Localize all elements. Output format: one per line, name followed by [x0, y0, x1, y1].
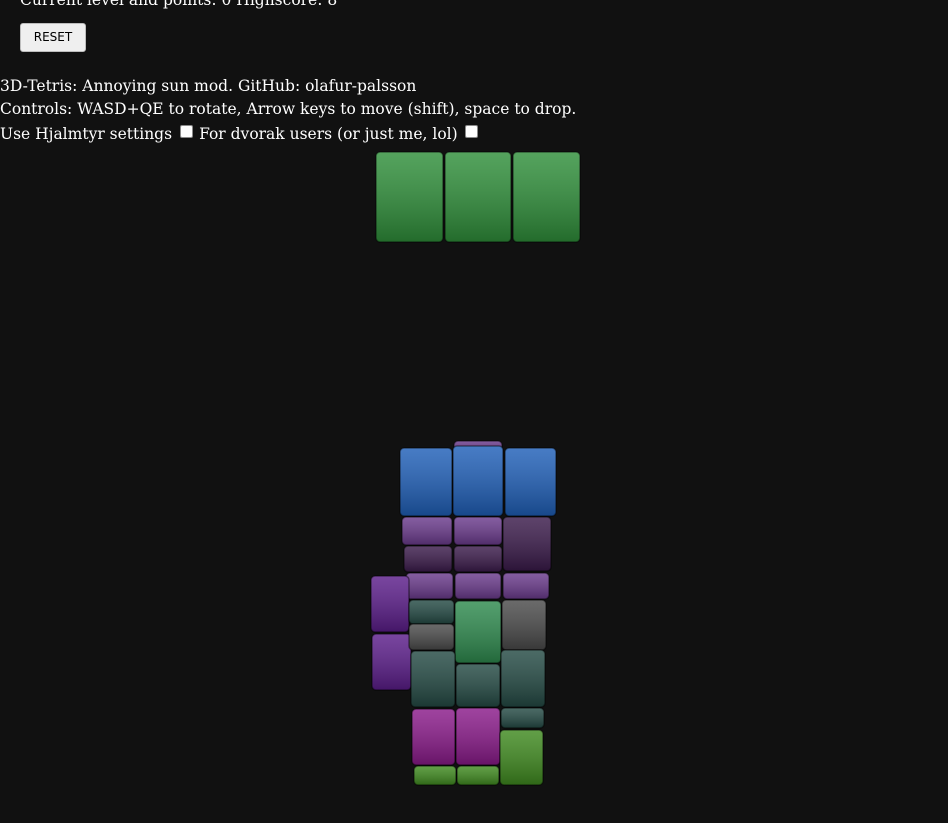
settings-row: Use Hjalmtyr settings For dvorak users (… — [0, 121, 576, 147]
stack-cube-blue-1 — [399, 447, 453, 517]
dvorak-label: For dvorak users (or just me, lol) — [199, 125, 458, 143]
hjalmtyr-checkbox[interactable] — [180, 124, 194, 138]
stack-cube-darkpurple-3 — [453, 545, 503, 573]
stack-cube-magenta-2 — [455, 707, 501, 766]
stack-cube-teal-5 — [500, 707, 545, 729]
stack-cube-darkpurple-2 — [403, 545, 453, 573]
score-status: Current level and points: 0 Highscore: 8 — [20, 0, 338, 9]
game-title-line: 3D-Tetris: Annoying sun mod. GitHub: ola… — [0, 77, 417, 95]
stack-cube-lime-1 — [413, 765, 457, 786]
stack-cube-purple-1 — [401, 516, 453, 546]
stack-cube-purple-2 — [453, 516, 503, 546]
stack-cube-lime-3 — [499, 729, 544, 786]
stack-cube-lime-2 — [456, 765, 500, 786]
stack-cube-magenta-1 — [411, 708, 456, 766]
falling-cube-1 — [375, 151, 444, 243]
stack-cube-green-1 — [454, 600, 502, 664]
reset-button[interactable]: RESET — [20, 23, 86, 52]
stack-cube-teal-1 — [408, 599, 455, 625]
controls-line: Controls: WASD+QE to rotate, Arrow keys … — [0, 100, 577, 118]
info-panel: 3D-Tetris: Annoying sun mod. GitHub: ola… — [0, 75, 576, 147]
stack-cube-violet-2 — [371, 633, 412, 691]
game-canvas[interactable] — [0, 150, 948, 823]
stack-cube-teal-2 — [410, 650, 456, 708]
dvorak-checkbox[interactable] — [464, 124, 478, 138]
stack-cube-violet-1 — [370, 575, 410, 633]
stack-cube-purple-5 — [502, 572, 550, 600]
stack-cube-blue-2 — [452, 445, 504, 517]
stack-cube-darkpurple-1 — [502, 516, 552, 572]
falling-cube-2 — [444, 151, 512, 243]
stack-cube-blue-3 — [504, 447, 557, 517]
stack-cube-purple-4 — [454, 572, 502, 600]
stack-cube-grey-1 — [408, 623, 455, 651]
stack-cube-teal-3 — [455, 663, 501, 708]
stack-cube-purple-3 — [405, 572, 454, 600]
stack-cube-teal-4 — [500, 649, 546, 708]
hjalmtyr-label: Use Hjalmtyr settings — [0, 125, 173, 143]
stack-cube-grey-2 — [501, 599, 547, 651]
falling-cube-3 — [512, 151, 581, 243]
